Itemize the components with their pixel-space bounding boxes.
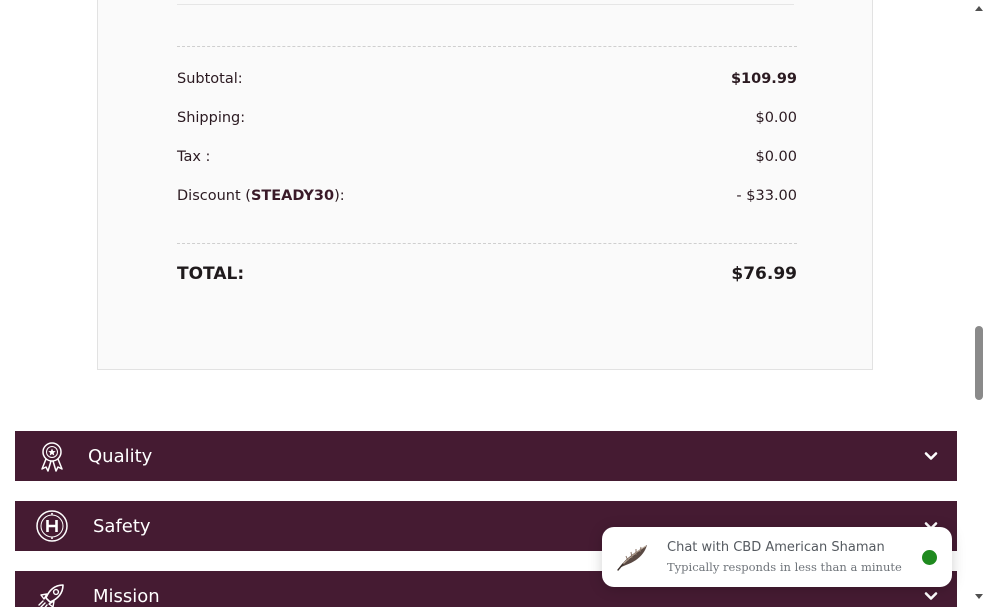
dashed-divider	[177, 46, 797, 47]
divider	[177, 4, 794, 5]
chevron-down-icon[interactable]	[923, 448, 939, 464]
total-value: $76.99	[731, 264, 797, 284]
discount-row: Discount (STEADY30): - $33.00	[177, 186, 797, 206]
vertical-scrollbar[interactable]	[971, 0, 987, 607]
shipping-label: Shipping:	[177, 110, 246, 126]
discount-value: - $33.00	[736, 188, 797, 204]
scroll-down-arrow-icon[interactable]	[974, 593, 984, 601]
hemp-seal-icon	[36, 510, 68, 542]
accordion-title: Mission	[93, 585, 160, 607]
subtotal-row: Subtotal: $109.99	[177, 69, 797, 89]
subtotal-value: $109.99	[730, 71, 797, 87]
scroll-thumb[interactable]	[975, 326, 983, 400]
discount-label: Discount (STEADY30):	[177, 188, 345, 204]
chat-title: Chat with CBD American Shaman	[667, 540, 885, 555]
shipping-row: Shipping: $0.00	[177, 108, 797, 128]
tax-label: Tax :	[177, 149, 211, 165]
award-ribbon-icon	[41, 442, 63, 472]
chevron-down-icon[interactable]	[923, 588, 939, 604]
order-summary-card: Subtotal: $109.99 Shipping: $0.00 Tax : …	[97, 0, 873, 370]
accordion-title: Safety	[93, 515, 151, 537]
accordion-title: Quality	[88, 445, 153, 467]
accordion-quality[interactable]: Quality	[15, 431, 957, 481]
scroll-up-arrow-icon[interactable]	[974, 4, 984, 12]
checkout-page: Subtotal: $109.99 Shipping: $0.00 Tax : …	[0, 0, 987, 607]
total-label: TOTAL:	[177, 264, 245, 284]
shipping-value: $0.00	[755, 110, 797, 126]
online-status-indicator	[922, 550, 937, 565]
chat-subtitle: Typically responds in less than a minute	[667, 560, 902, 574]
dashed-divider	[177, 243, 797, 244]
subtotal-label: Subtotal:	[177, 71, 243, 87]
discount-code: STEADY30	[250, 188, 335, 204]
feather-icon	[617, 545, 647, 571]
chat-widget[interactable]: Chat with CBD American Shaman Typically …	[602, 527, 952, 587]
total-row: TOTAL: $76.99	[177, 262, 797, 286]
tax-row: Tax : $0.00	[177, 147, 797, 167]
discount-label-suffix: ):	[334, 188, 345, 204]
rocket-icon	[38, 584, 64, 607]
tax-value: $0.00	[755, 149, 797, 165]
discount-label-prefix: Discount (	[177, 188, 251, 204]
